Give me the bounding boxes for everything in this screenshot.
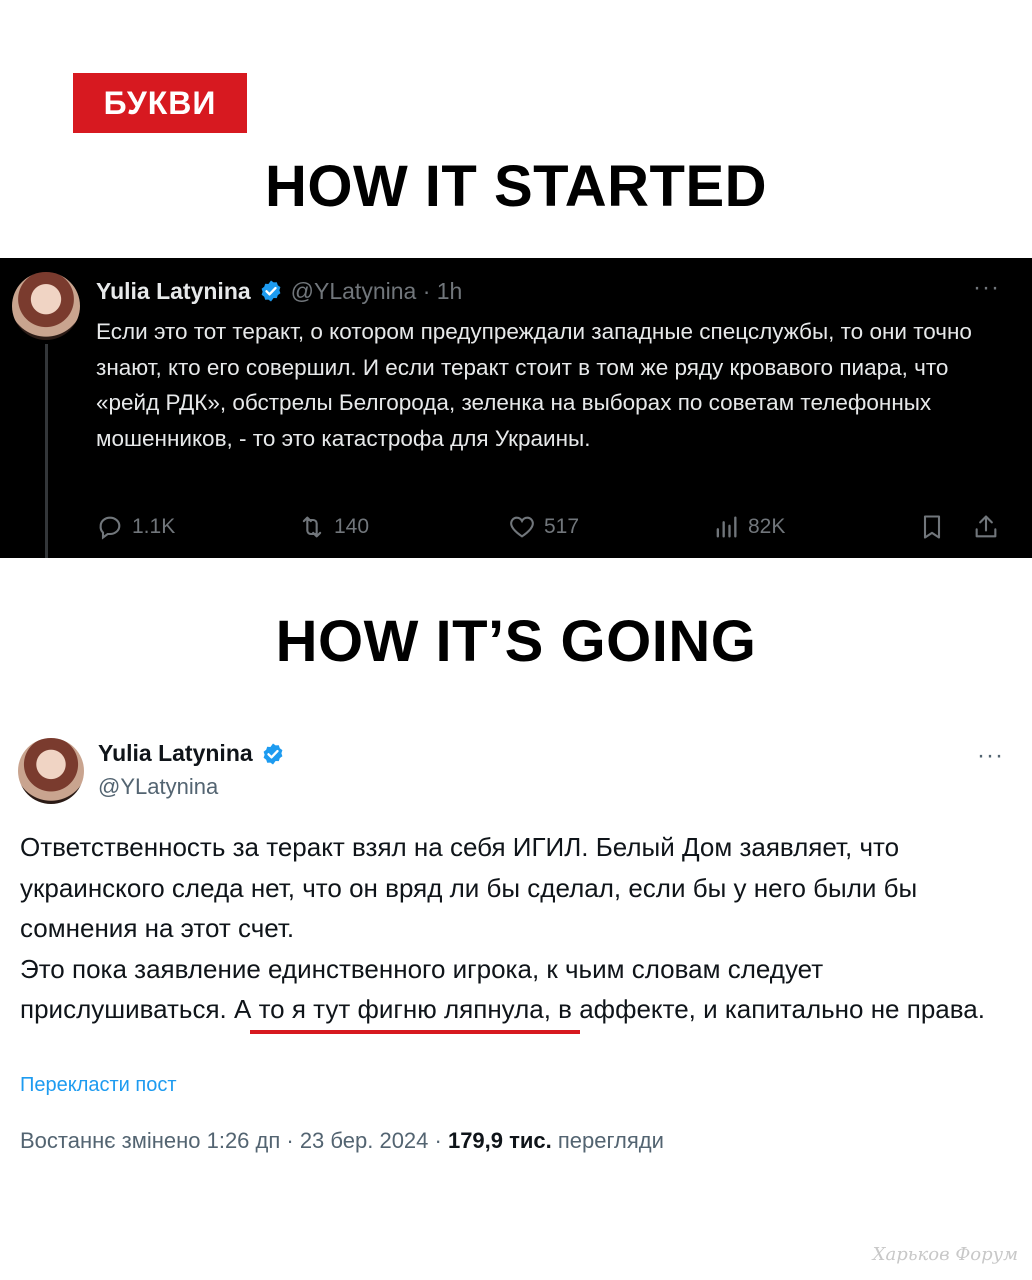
tweet-paragraph-1: Ответственность за теракт взял на себя И… (20, 832, 918, 943)
tweet-actions: 1.1K 140 517 82K (0, 510, 1032, 544)
verified-badge-icon (261, 742, 285, 766)
bukvy-logo: БУКВИ (73, 73, 247, 133)
share-button[interactable] (972, 510, 1000, 544)
avatar[interactable] (12, 272, 80, 340)
bookmark-button[interactable] (918, 510, 946, 544)
more-options-icon[interactable]: ··· (977, 742, 1004, 770)
views-count: 179,9 тис. (447, 1128, 552, 1153)
reply-button[interactable]: 1.1K (96, 510, 175, 544)
reply-count: 1.1K (132, 515, 176, 538)
author-name[interactable]: Yulia Latynina (96, 278, 251, 305)
edited-timestamp[interactable]: Востаннє змінено 1:26 дп · 23 бер. 2024 … (20, 1128, 448, 1153)
repost-icon (302, 516, 322, 538)
heading-how-its-going: HOW IT’S GOING (275, 609, 757, 674)
repost-count: 140 (334, 515, 370, 538)
author-name-row: Yulia Latynina (98, 740, 285, 767)
bookmark-icon (923, 515, 941, 539)
views-chart-icon (716, 516, 737, 538)
heading-how-it-started: HOW IT STARTED (264, 154, 768, 219)
tweet-paragraph-2: Это пока заявление единственного игрока,… (20, 953, 985, 1025)
tweet-text: Ответственность за теракт взял на себя И… (20, 827, 1010, 1030)
views-count: 82K (748, 515, 786, 538)
translate-post-link[interactable]: Перекласти пост (20, 1074, 177, 1097)
tweet-text: Если это тот теракт, о котором предупреж… (96, 319, 972, 451)
tweet-header: Yulia Latynina @YLatynina · 1h (96, 276, 462, 306)
more-options-icon[interactable]: ··· (973, 274, 1000, 302)
avatar[interactable] (18, 738, 84, 804)
author-handle-time[interactable]: @YLatynina · 1h (291, 278, 463, 305)
like-count: 517 (544, 515, 580, 538)
heart-icon (510, 516, 534, 538)
tweet-meta: Востаннє змінено 1:26 дп · 23 бер. 2024 … (20, 1128, 664, 1154)
watermark: Харьков Форум (872, 1244, 1018, 1265)
author-name[interactable]: Yulia Latynina (98, 740, 253, 767)
repost-button[interactable]: 140 (298, 510, 369, 544)
views-label: перегляди (551, 1128, 664, 1153)
tweet-original[interactable]: Yulia Latynina @YLatynina · 1h ··· Если … (0, 258, 1032, 558)
author-handle[interactable]: @YLatynina (98, 774, 218, 800)
views-button[interactable]: 82K (712, 510, 785, 544)
highlight-underline (250, 1030, 580, 1034)
reply-icon (99, 516, 121, 540)
share-icon (975, 515, 997, 538)
like-button[interactable]: 517 (508, 510, 579, 544)
verified-badge-icon (259, 279, 283, 303)
